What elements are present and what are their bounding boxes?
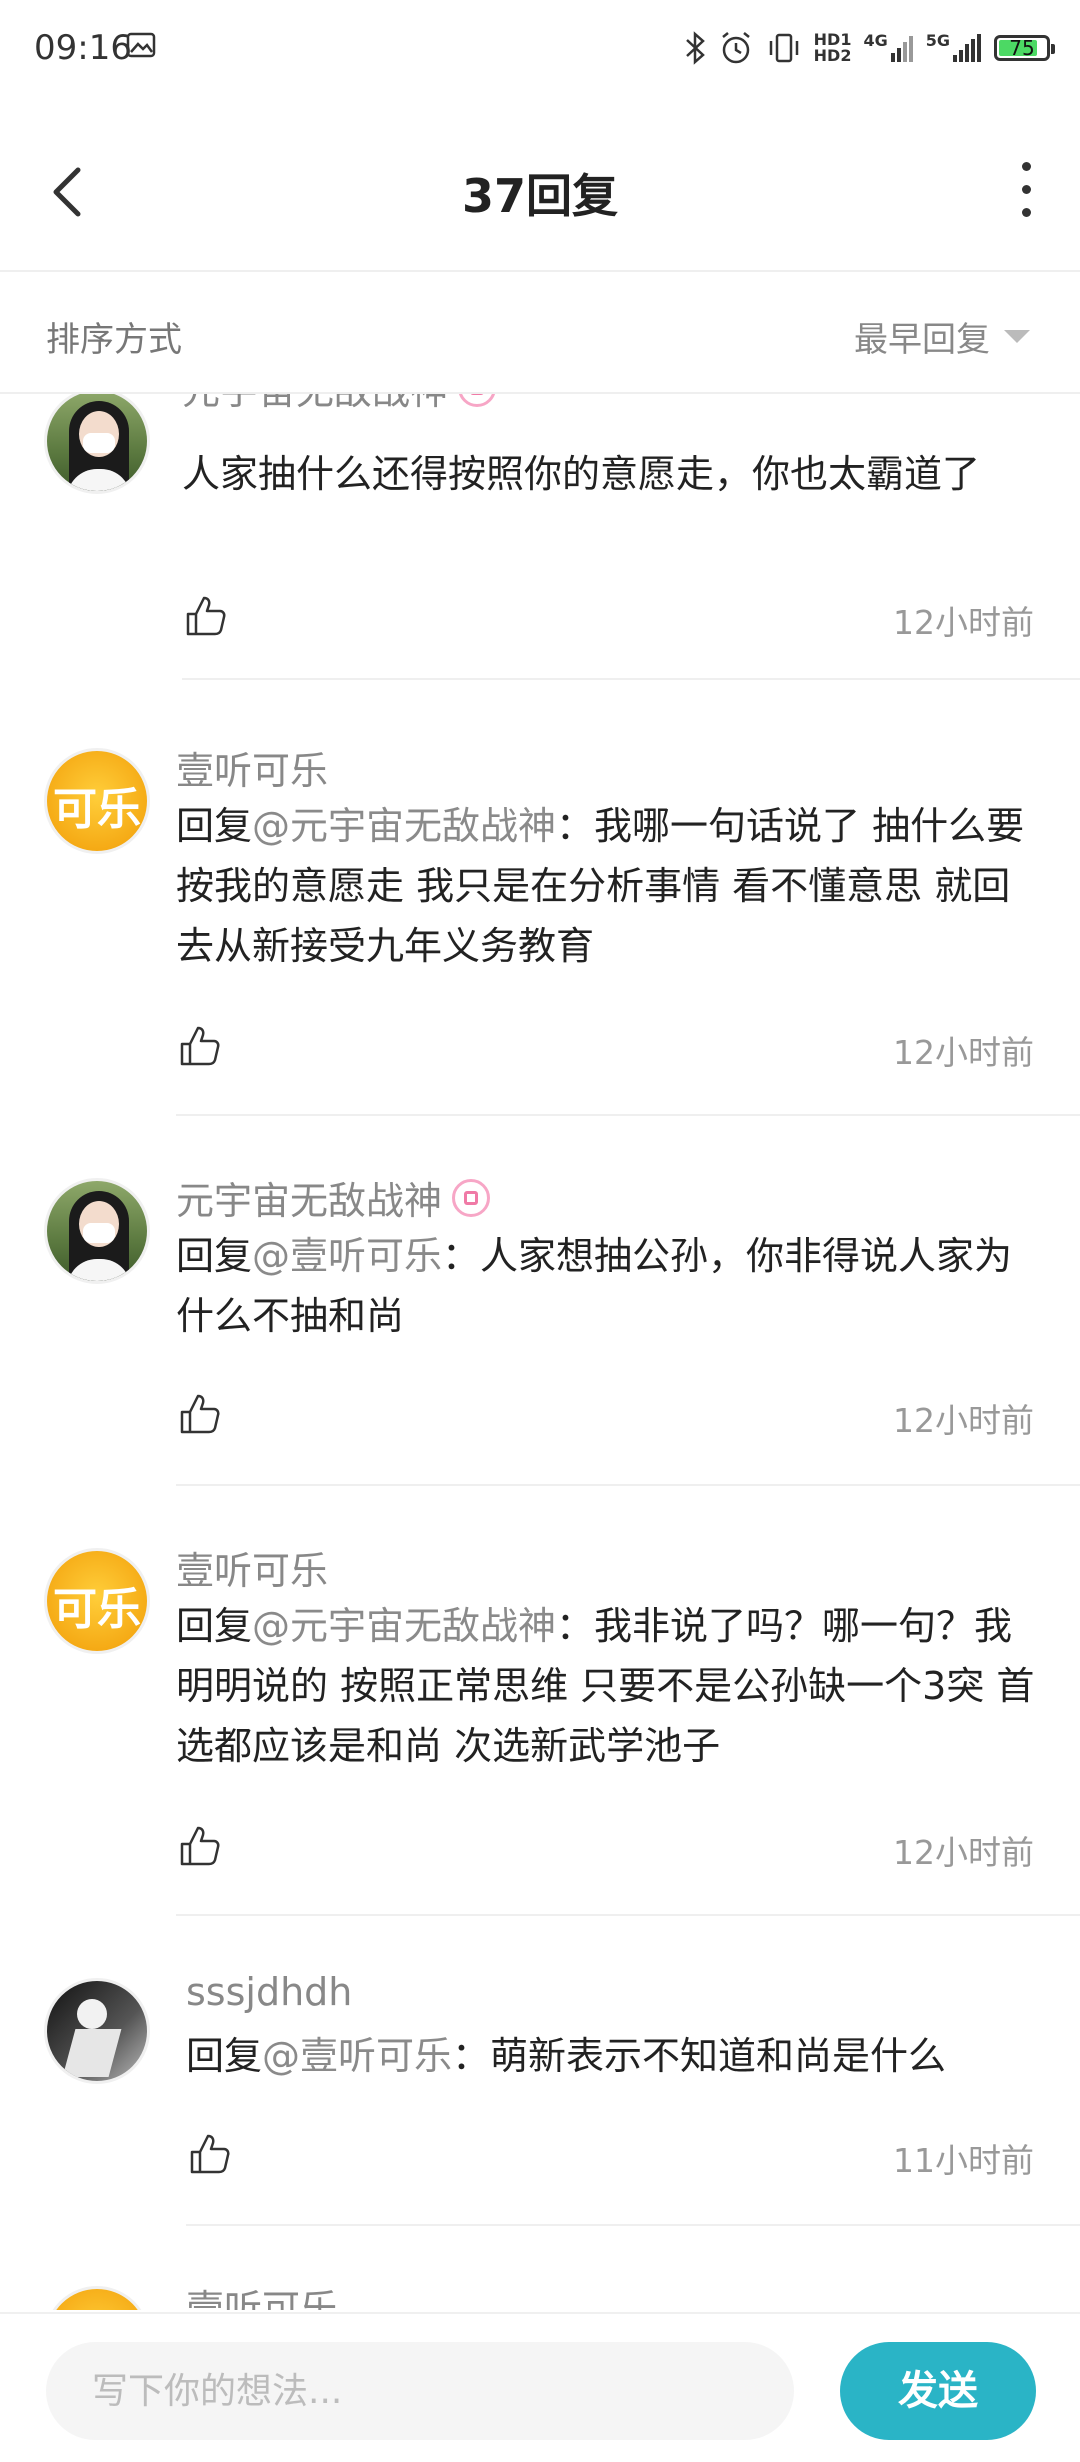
- avatar[interactable]: 可乐: [44, 1548, 150, 1654]
- comment-item: 可乐 壹听可乐 回复@元宇宙无敌战神：我哪一句话说了 抽什么要按我的意愿走 我只…: [0, 728, 1080, 1158]
- sort-label: 排序方式: [46, 320, 182, 360]
- thumbs-up-icon[interactable]: [188, 2132, 232, 2176]
- avatar[interactable]: [44, 1978, 150, 2084]
- page-title: 37回复: [461, 169, 618, 223]
- avatar[interactable]: 可乐: [44, 748, 150, 854]
- more-vertical-icon[interactable]: [1016, 162, 1036, 222]
- hd-indicator: HD1 HD2: [814, 32, 852, 64]
- level-badge-icon: [452, 1178, 491, 1217]
- net1-label: 4G: [863, 31, 888, 50]
- comment-list[interactable]: 元宇宙无敌战神 人家抽什么还得按照你的意愿走，你也太霸道了 12小时前 可乐 壹…: [0, 394, 1080, 2310]
- mention-link[interactable]: @壹听可乐: [252, 1234, 442, 1278]
- alarm-icon: [721, 32, 750, 64]
- reply-prefix: 回复: [186, 2034, 263, 2078]
- comment-item: 可乐 壹听可乐 回复@元宇宙无敌战神：我非说了吗？哪一句？我明明说的 按照正常思…: [0, 1528, 1080, 1958]
- comment-item: 元宇宙无敌战神 人家抽什么还得按照你的意愿走，你也太霸道了 12小时前: [0, 394, 1080, 684]
- username-text: 元宇宙无敌战神: [182, 394, 448, 415]
- mention-link[interactable]: @壹听可乐: [262, 2034, 452, 2078]
- vibrate-icon: [769, 33, 798, 63]
- mention-link[interactable]: @元宇宙无敌战神: [252, 1604, 556, 1648]
- thumbs-up-icon[interactable]: [178, 1024, 222, 1068]
- comment-time: 11小时前: [893, 2141, 1034, 2180]
- comment-input[interactable]: [46, 2342, 794, 2440]
- comment-text: 人家抽什么还得按照你的意愿走，你也太霸道了: [182, 444, 1032, 504]
- username[interactable]: 壹听可乐: [176, 740, 328, 795]
- username[interactable]: sssjdhdh: [186, 1970, 352, 2014]
- avatar[interactable]: [44, 394, 150, 494]
- avatar[interactable]: [44, 1178, 150, 1284]
- net2-label: 5G: [925, 31, 950, 50]
- sort-bar: 排序方式 最早回复: [0, 272, 1080, 394]
- reply-prefix: 回复: [176, 804, 253, 848]
- avatar-logo-text: 可乐: [53, 1584, 141, 1635]
- divider: [176, 1114, 1080, 1116]
- status-icons: HD1 HD2 4G 5G 75: [684, 26, 1055, 70]
- bluetooth-icon: [685, 31, 705, 65]
- mention-link[interactable]: @元宇宙无敌战神: [252, 804, 556, 848]
- status-time: 09:16: [34, 28, 132, 68]
- thumbs-up-icon[interactable]: [178, 1824, 222, 1868]
- username[interactable]: 壹听可乐: [186, 2278, 338, 2310]
- level-badge-icon: [458, 394, 497, 407]
- comment-time: 12小时前: [893, 603, 1034, 642]
- hd2-label: HD2: [813, 46, 852, 65]
- comment-item: 元宇宙无敌战神 回复@壹听可乐：人家想抽公孙，你非得说人家为什么不抽和尚 12小…: [0, 1158, 1080, 1528]
- reply-prefix: 回复: [176, 1234, 253, 1278]
- signal-icon: [890, 36, 913, 62]
- image-icon: [126, 32, 156, 58]
- username-text: 壹听可乐: [176, 1549, 329, 1593]
- username-text: 元宇宙无敌战神: [176, 1179, 443, 1223]
- signal-5g: 5G: [926, 33, 982, 63]
- sort-dropdown[interactable]: 最早回复: [854, 312, 1030, 361]
- avatar-logo-text: 可乐: [53, 784, 141, 835]
- header: 37回复: [0, 112, 1080, 272]
- status-bar: 09:16 HD1 HD2 4G 5G 75: [0, 0, 1080, 100]
- comment-body: 人家抽什么还得按照你的意愿走，你也太霸道了: [182, 452, 981, 496]
- username-text: 壹听可乐: [176, 749, 329, 793]
- comment-text: 回复@壹听可乐：萌新表示不知道和尚是什么: [186, 2026, 1036, 2086]
- comment-body: ：萌新表示不知道和尚是什么: [452, 2034, 947, 2078]
- comment-input-bar: 发送: [0, 2312, 1080, 2462]
- comment-time: 12小时前: [893, 1401, 1034, 1440]
- comment-text: 回复@元宇宙无敌战神：我非说了吗？哪一句？我明明说的 按照正常思维 只要不是公孙…: [176, 1596, 1036, 1776]
- username-text: 壹听可乐: [186, 2287, 339, 2310]
- avatar[interactable]: 可乐: [44, 2286, 150, 2310]
- comment-item: sssjdhdh 回复@壹听可乐：萌新表示不知道和尚是什么 11小时前: [0, 1958, 1080, 2268]
- battery-icon: 75: [994, 35, 1055, 61]
- comment-text: 回复@元宇宙无敌战神：我哪一句话说了 抽什么要按我的意愿走 我只是在分析事情 看…: [176, 796, 1036, 976]
- divider: [186, 2224, 1080, 2226]
- username-text: sssjdhdh: [186, 1970, 353, 2014]
- sort-value: 最早回复: [854, 320, 990, 360]
- comment-time: 12小时前: [893, 1833, 1034, 1872]
- thumbs-up-icon[interactable]: [184, 594, 228, 638]
- comment-text: 回复@壹听可乐：人家想抽公孙，你非得说人家为什么不抽和尚: [176, 1226, 1036, 1346]
- username[interactable]: 元宇宙无敌战神: [176, 1170, 491, 1225]
- divider: [176, 1914, 1080, 1916]
- thumbs-up-icon[interactable]: [178, 1392, 222, 1436]
- signal-4g: 4G: [863, 33, 913, 63]
- send-button[interactable]: 发送: [840, 2342, 1036, 2440]
- comment-time: 12小时前: [893, 1033, 1034, 1072]
- reply-prefix: 回复: [176, 1604, 253, 1648]
- divider: [182, 678, 1080, 680]
- divider: [176, 1484, 1080, 1486]
- caret-down-icon: [1004, 330, 1030, 343]
- battery-level: 75: [1009, 36, 1035, 60]
- username[interactable]: 元宇宙无敌战神: [182, 394, 497, 415]
- comment-item: 可乐 壹听可乐: [0, 2268, 1080, 2310]
- signal-icon: [953, 34, 981, 62]
- username[interactable]: 壹听可乐: [176, 1540, 328, 1595]
